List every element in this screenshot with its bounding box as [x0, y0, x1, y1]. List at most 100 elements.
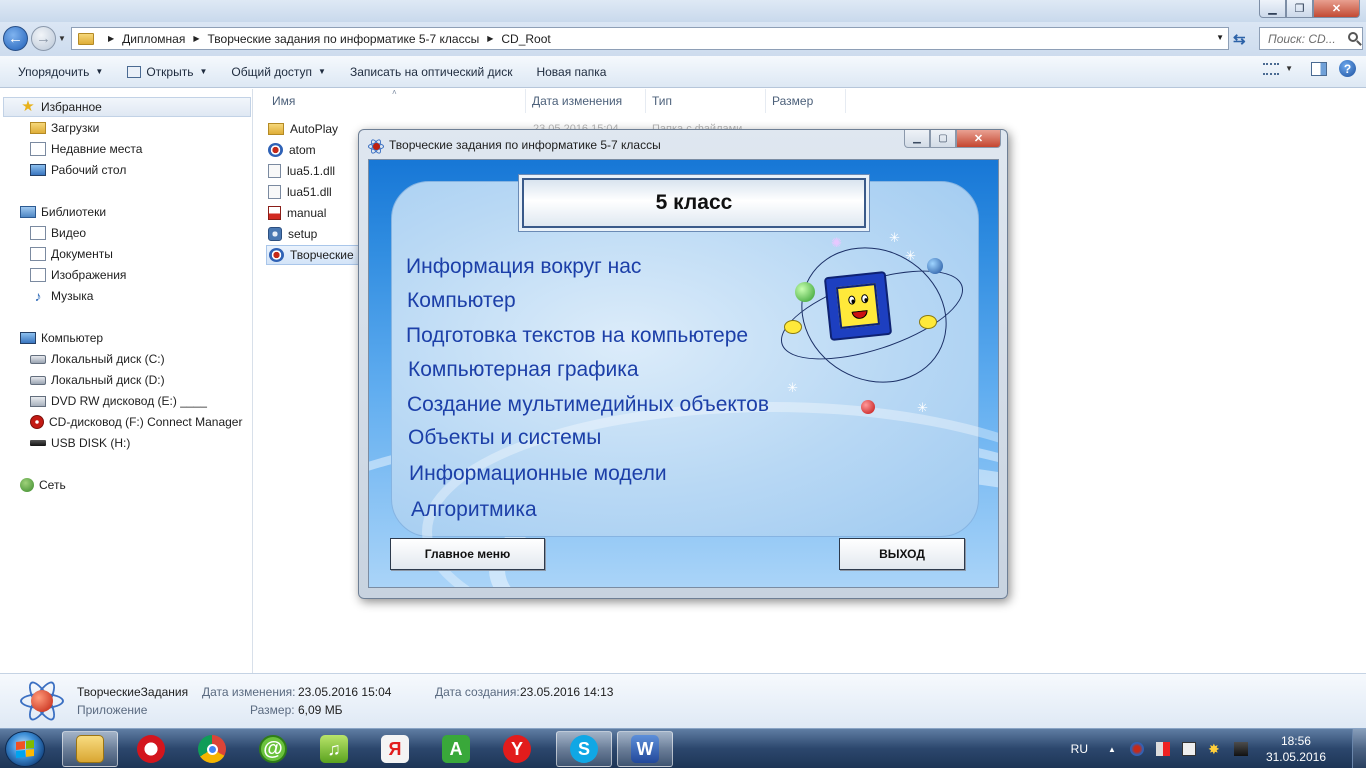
share-button[interactable]: Общий доступ ▼ [219, 60, 338, 84]
main-menu-button[interactable]: Главное меню [390, 538, 545, 570]
minimize-button[interactable]: ▁ [1259, 0, 1286, 18]
nav-item-libraries[interactable]: Библиотеки [20, 202, 106, 222]
close-button[interactable]: ✕ [1313, 0, 1360, 18]
topic-link[interactable]: Подготовка текстов на компьютере [406, 324, 748, 348]
taskbar-yandex-browser[interactable]: Y [489, 731, 545, 767]
nav-item-favorites[interactable]: ★ Избранное [3, 97, 251, 117]
breadcrumb-item[interactable]: CD_Root [501, 32, 550, 46]
column-header-type[interactable]: Тип [646, 89, 766, 113]
column-label: Имя [272, 94, 296, 108]
nav-item-documents[interactable]: Документы [30, 244, 113, 264]
notification-icon[interactable]: ✸ [1208, 742, 1222, 756]
start-button[interactable] [5, 731, 45, 767]
close-button[interactable]: ✕ [956, 130, 1001, 148]
taskbar-mail-agent[interactable]: @ [245, 731, 301, 767]
nav-label: Сеть [39, 478, 66, 492]
chevron-right-icon[interactable]: ▶ [108, 34, 114, 43]
nav-item-desktop[interactable]: Рабочий стол [30, 160, 126, 180]
nav-item-dvd[interactable]: DVD RW дисковод (E:) ____ [30, 391, 207, 411]
computer-mascot-image: ✺ ✳ ✳ ✳ ✳ [769, 221, 984, 420]
clock[interactable]: 18:56 31.05.2016 [1266, 733, 1326, 765]
speaker-muted-icon[interactable] [1155, 742, 1170, 756]
breadcrumb-item[interactable]: Дипломная [122, 32, 185, 46]
show-hidden-icons-button[interactable]: ▲ [1108, 745, 1116, 754]
nav-item-cd[interactable]: CD-дисковод (F:) Connect Manager [30, 412, 242, 432]
address-row: ← → ▼ ▶ Дипломная ▶ Творческие задания п… [0, 22, 1366, 56]
search-icon [1348, 32, 1358, 42]
file-name: manual [287, 206, 327, 220]
open-button[interactable]: Открыть ▼ [115, 60, 219, 84]
maximize-button[interactable]: ❐ [1286, 0, 1313, 18]
preview-pane-icon[interactable] [1311, 61, 1327, 76]
address-bar[interactable]: ▶ Дипломная ▶ Творческие задания по инфо… [71, 27, 1229, 50]
column-label: Тип [652, 94, 673, 108]
language-indicator[interactable]: RU [1071, 742, 1088, 756]
nav-item-network[interactable]: Сеть [20, 475, 66, 495]
network-tray-icon[interactable] [1233, 742, 1248, 756]
topic-link[interactable]: Компьютер [407, 289, 516, 313]
atom-tray-icon[interactable] [1129, 742, 1144, 756]
pdf-icon [268, 206, 281, 220]
file-row[interactable]: atom [268, 140, 316, 160]
help-icon[interactable]: ? [1339, 60, 1356, 77]
show-desktop-button[interactable] [1352, 729, 1366, 768]
nav-item-disk-c[interactable]: Локальный диск (C:) [30, 349, 165, 369]
column-header-modified[interactable]: Дата изменения [526, 89, 646, 113]
nav-item-recent[interactable]: Недавние места [30, 139, 142, 159]
topic-link[interactable]: Информационные модели [409, 462, 667, 486]
nav-label: USB DISK (H:) [51, 436, 131, 450]
nav-item-video[interactable]: Видео [30, 223, 86, 243]
topic-link[interactable]: Объекты и системы [408, 426, 601, 450]
yandex-icon: Я [381, 735, 409, 763]
topic-link[interactable]: Информация вокруг нас [406, 255, 641, 279]
nav-item-disk-d[interactable]: Локальный диск (D:) [30, 370, 165, 390]
file-row[interactable]: manual [268, 203, 326, 223]
topic-link[interactable]: Создание мультимедийных объектов [407, 393, 769, 417]
file-row[interactable]: lua5.1.dll [268, 161, 335, 181]
topic-link[interactable]: Алгоритмика [411, 498, 537, 522]
view-options-icon[interactable] [1263, 62, 1280, 75]
folder-icon [268, 123, 284, 135]
taskbar-explorer[interactable] [62, 731, 118, 767]
breadcrumb-item[interactable]: Творческие задания по информатике 5-7 кл… [208, 32, 480, 46]
recent-pages-dropdown[interactable]: ▼ [58, 34, 66, 43]
taskbar-word[interactable]: W [617, 731, 673, 767]
file-row[interactable]: setup [268, 224, 317, 244]
minimize-button[interactable]: ▁ [904, 130, 930, 148]
nav-item-images[interactable]: Изображения [30, 265, 126, 285]
address-dropdown[interactable]: ▼ [1216, 33, 1224, 42]
nav-item-downloads[interactable]: Загрузки [30, 118, 99, 138]
taskbar-music[interactable]: ♫ [306, 731, 362, 767]
nav-label: Локальный диск (C:) [51, 352, 165, 366]
taskbar-opera[interactable] [123, 731, 179, 767]
refresh-button[interactable]: ⇆ [1233, 30, 1253, 50]
nav-item-usb[interactable]: USB DISK (H:) [30, 433, 130, 453]
back-button[interactable]: ← [3, 26, 28, 51]
app-window: Творческие задания по информатике 5-7 кл… [358, 129, 1008, 599]
taskbar-agent-a[interactable]: A [428, 731, 484, 767]
new-folder-button[interactable]: Новая папка [524, 60, 618, 84]
nav-item-music[interactable]: ♪ Музыка [30, 286, 94, 306]
forward-button[interactable]: → [31, 26, 56, 51]
file-row[interactable]: AutoPlay [268, 119, 338, 139]
organize-button[interactable]: Упорядочить ▼ [6, 60, 115, 84]
search-input[interactable]: Поиск: CD... [1259, 27, 1363, 50]
maximize-button[interactable]: ▢ [930, 130, 956, 148]
nav-item-computer[interactable]: Компьютер [20, 328, 103, 348]
chevron-right-icon[interactable]: ▶ [487, 34, 493, 43]
command-bar: Упорядочить ▼ Открыть ▼ Общий доступ ▼ Запи… [0, 56, 1366, 88]
power-icon[interactable] [1181, 742, 1196, 756]
column-label: Размер [772, 94, 814, 108]
chevron-right-icon[interactable]: ▶ [193, 34, 199, 43]
file-name: Творческие [290, 248, 354, 262]
taskbar-yandex[interactable]: Я [367, 731, 423, 767]
topic-link[interactable]: Компьютерная графика [408, 358, 639, 382]
chevron-down-icon: ▼ [95, 67, 104, 76]
burn-button[interactable]: Записать на оптический диск [338, 60, 525, 84]
column-header-size[interactable]: Размер [766, 89, 846, 113]
taskbar-skype[interactable]: S [556, 731, 612, 767]
taskbar-chrome[interactable] [184, 731, 240, 767]
file-row[interactable]: lua51.dll [268, 182, 332, 202]
exit-button[interactable]: ВЫХОД [839, 538, 965, 570]
chevron-down-icon[interactable]: ▼ [1285, 64, 1293, 73]
